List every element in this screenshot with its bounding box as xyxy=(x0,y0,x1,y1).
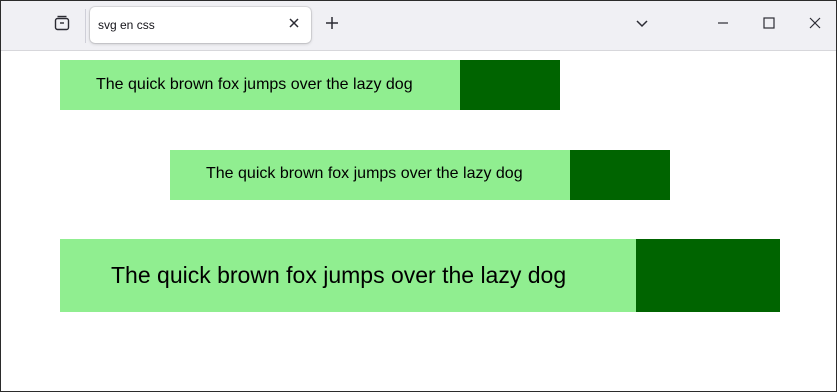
text-bar: The quick brown fox jumps over the lazy … xyxy=(60,60,560,110)
bar-light-segment: The quick brown fox jumps over the lazy … xyxy=(170,150,570,200)
tab-close-button[interactable] xyxy=(282,13,306,37)
browser-window: svg en css The quick brown fox jumps ove… xyxy=(0,0,837,392)
minimize-button[interactable] xyxy=(701,5,745,45)
chevron-down-icon xyxy=(634,15,650,36)
tab-title: svg en css xyxy=(98,18,155,32)
text-bar: The quick brown fox jumps over the lazy … xyxy=(60,239,780,312)
tab-manager-button[interactable] xyxy=(45,10,79,40)
plus-icon xyxy=(324,15,340,36)
bar-dark-segment xyxy=(460,60,560,110)
tab-svg-en-css[interactable]: svg en css xyxy=(90,7,311,43)
page-content: The quick brown fox jumps over the lazy … xyxy=(1,52,836,391)
tab-manager-icon xyxy=(53,14,71,37)
tab-separator xyxy=(85,9,86,43)
bar-light-segment: The quick brown fox jumps over the lazy … xyxy=(60,239,636,312)
bar-text: The quick brown fox jumps over the lazy … xyxy=(111,262,567,288)
browser-titlebar: svg en css xyxy=(1,1,836,51)
bar-text: The quick brown fox jumps over the lazy … xyxy=(96,76,413,93)
bar-text: The quick brown fox jumps over the lazy … xyxy=(206,165,523,182)
close-icon xyxy=(809,16,821,34)
bar-light-segment: The quick brown fox jumps over the lazy … xyxy=(60,60,460,110)
bar-dark-segment xyxy=(636,239,780,312)
close-window-button[interactable] xyxy=(793,5,836,45)
bar-dark-segment xyxy=(570,150,670,200)
close-icon xyxy=(288,16,300,34)
new-tab-button[interactable] xyxy=(318,11,346,39)
maximize-button[interactable] xyxy=(747,5,791,45)
minimize-icon xyxy=(717,16,729,34)
text-bar: The quick brown fox jumps over the lazy … xyxy=(170,150,670,200)
maximize-icon xyxy=(763,16,775,34)
list-all-tabs-button[interactable] xyxy=(628,11,656,39)
